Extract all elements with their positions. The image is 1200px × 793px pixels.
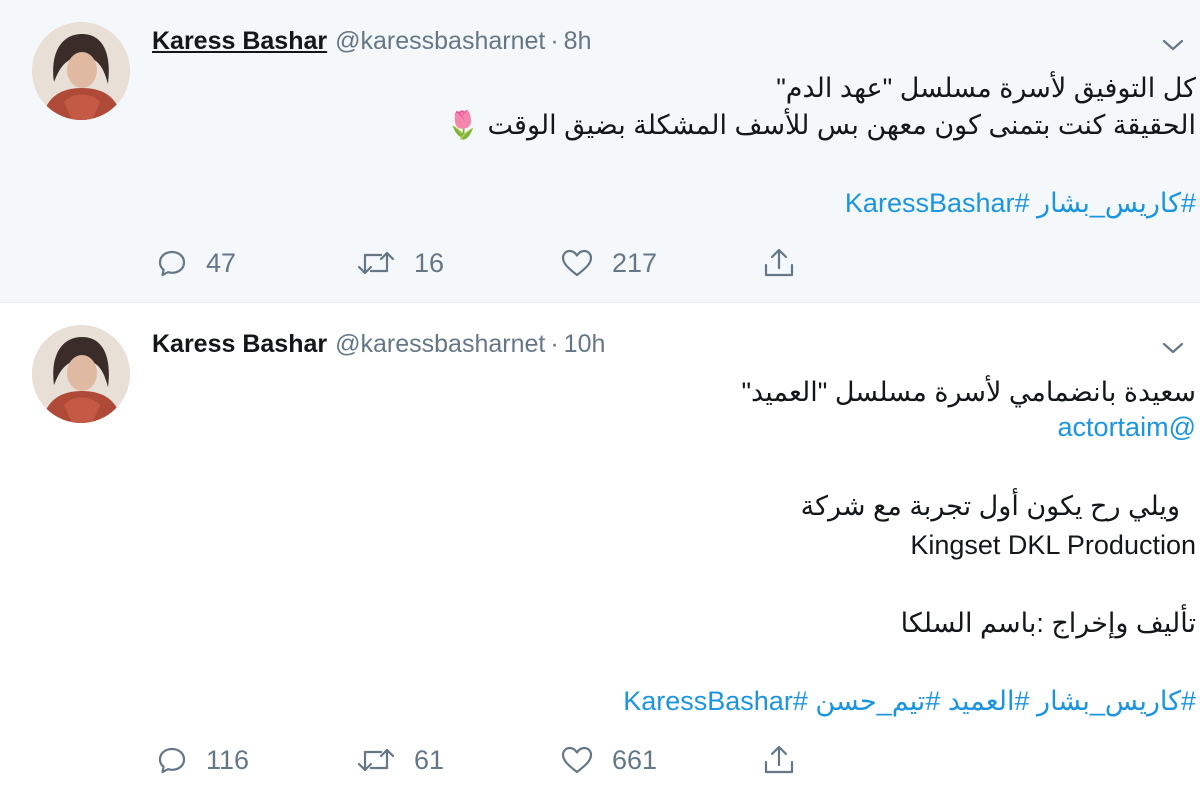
- like-button[interactable]: 661: [560, 740, 657, 780]
- reply-count: 47: [206, 247, 237, 278]
- tulip-emoji-icon: 🌷: [446, 110, 481, 140]
- retweet-button[interactable]: 16: [356, 243, 444, 283]
- tweet-text-line-4: Kingset DKL Production: [910, 530, 1196, 560]
- timestamp[interactable]: 10h: [564, 330, 606, 358]
- timestamp[interactable]: 8h: [564, 27, 592, 55]
- hashtags[interactable]: #كاريس_بشار #العميد #تيم_حسن #KaressBash…: [623, 684, 1196, 719]
- tweet-text-line-1: كل التوفيق لأسرة مسلسل "عهد الدم": [776, 73, 1196, 103]
- hashtags[interactable]: #كاريس_بشار #KaressBashar: [845, 186, 1196, 221]
- share-icon: [764, 745, 794, 774]
- chevron-down-icon[interactable]: [1160, 36, 1186, 54]
- tweet-text-line-2: الحقيقة كنت بتمنى كون معهن بس للأسف المش…: [446, 108, 1196, 143]
- heart-icon: [561, 249, 593, 277]
- like-count: 661: [612, 744, 658, 775]
- tweet-text-line-3: ويلي رح يكون أول تجربة مع شركة: [800, 491, 1180, 521]
- share-icon: [764, 248, 794, 277]
- heart-icon: [561, 746, 593, 774]
- retweet-icon: [357, 251, 395, 275]
- tweet-2[interactable]: Karess Bashar @karessbasharnet · 10h سعيدة …: [0, 303, 1200, 793]
- share-button[interactable]: [762, 740, 796, 780]
- reply-button[interactable]: 116: [156, 740, 249, 780]
- avatar[interactable]: [32, 325, 130, 423]
- tweet-text-line-1: سعيدة بانضمامي لأسرة مسلسل "العميد": [741, 377, 1196, 407]
- retweet-icon: [357, 748, 395, 772]
- separator-dot: ·: [550, 330, 559, 358]
- author-name[interactable]: Karess Bashar: [152, 27, 327, 55]
- reply-count: 116: [206, 744, 250, 775]
- tweet-1[interactable]: Karess Bashar @karessbasharnet · 8h كل التو…: [0, 0, 1200, 303]
- chevron-down-icon[interactable]: [1160, 339, 1186, 357]
- tweet-actions: 47 16 217: [0, 243, 1200, 283]
- retweet-button[interactable]: 61: [356, 740, 444, 780]
- tweet-text-line-2-text: الحقيقة كنت بتمنى كون معهن بس للأسف المش…: [487, 110, 1196, 140]
- author-name[interactable]: Karess Bashar: [152, 330, 327, 358]
- separator-dot: ·: [550, 27, 559, 55]
- avatar[interactable]: [32, 22, 130, 120]
- tweet-header: Karess Bashar @karessbasharnet · 10h: [152, 330, 605, 359]
- author-handle[interactable]: @karessbasharnet: [335, 27, 545, 55]
- retweet-count: 16: [414, 247, 445, 278]
- author-handle[interactable]: @karessbasharnet: [335, 330, 545, 358]
- tweet-actions: 116 61 661: [0, 740, 1200, 780]
- like-button[interactable]: 217: [560, 243, 657, 283]
- reply-button[interactable]: 47: [156, 243, 236, 283]
- reply-icon: [158, 747, 186, 774]
- reply-icon: [158, 250, 186, 277]
- like-count: 217: [612, 247, 658, 278]
- tweet-header: Karess Bashar @karessbasharnet · 8h: [152, 27, 591, 56]
- retweet-count: 61: [414, 744, 445, 775]
- tweet-text-line-5: تأليف وإخراج :باسم السلكا: [900, 608, 1196, 638]
- share-button[interactable]: [762, 243, 796, 283]
- mention-link[interactable]: @actortaim: [1058, 410, 1196, 445]
